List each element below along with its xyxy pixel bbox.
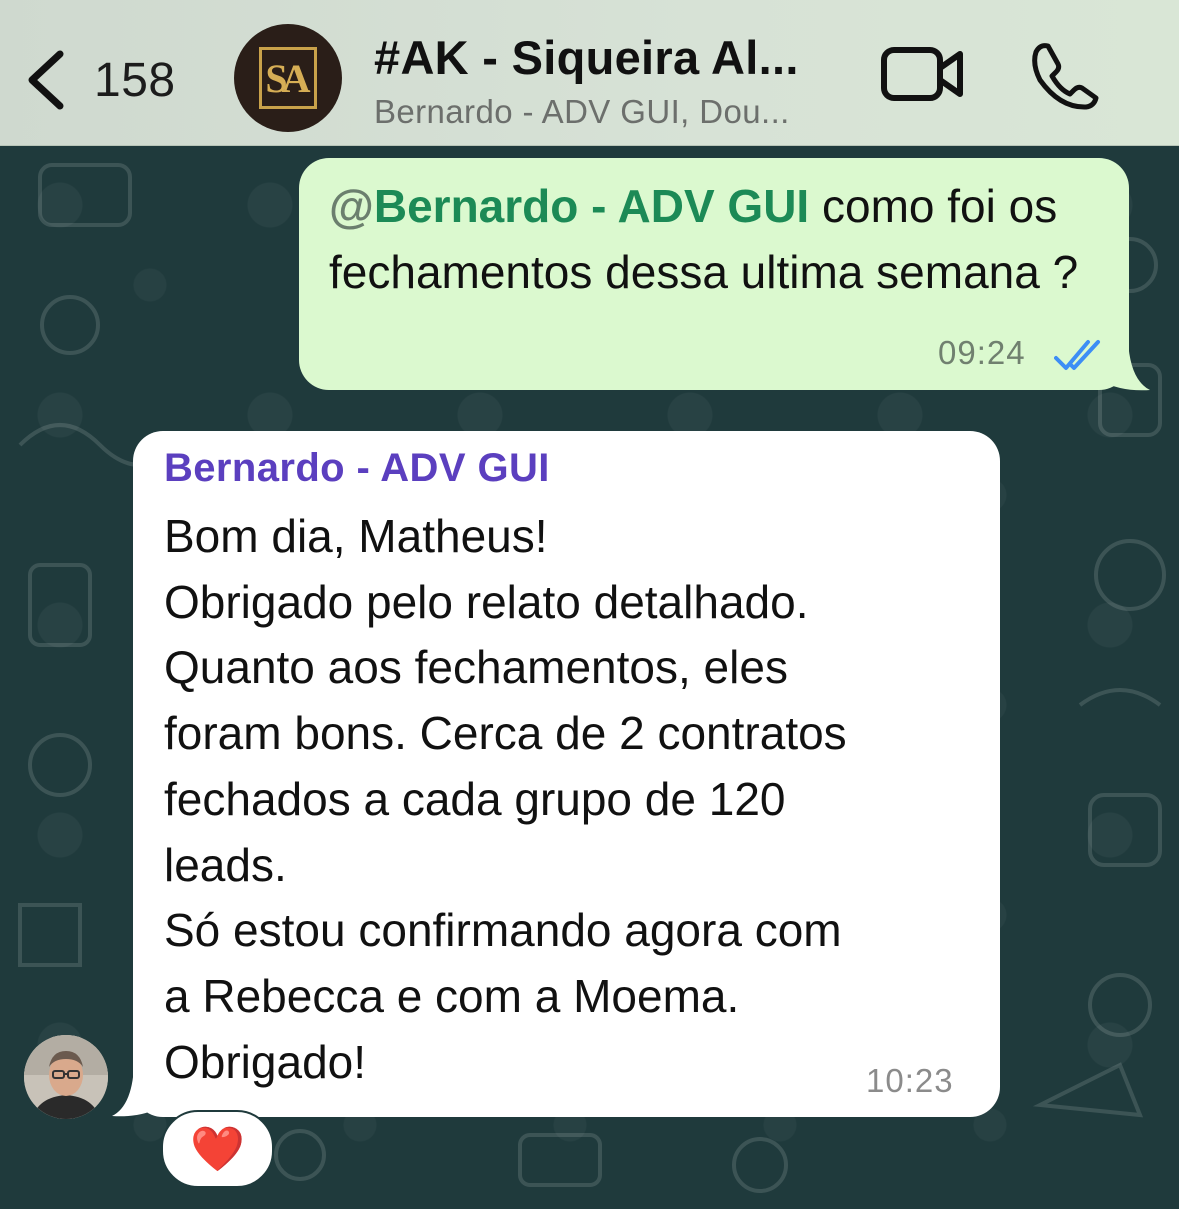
- mention-link[interactable]: Bernardo - ADV GUI: [374, 180, 809, 232]
- mention-at-symbol: @: [329, 180, 374, 232]
- sender-name[interactable]: Bernardo - ADV GUI: [164, 446, 550, 491]
- outgoing-bubble-tail: [1100, 340, 1150, 391]
- incoming-message-text: Bom dia, Matheus! Obrigado pelo relato d…: [164, 510, 847, 1088]
- unread-count: 158: [94, 53, 176, 107]
- double-check-read-icon: [1054, 340, 1100, 370]
- phone-icon[interactable]: [1030, 40, 1100, 110]
- group-logo: SA: [259, 47, 317, 109]
- back-button[interactable]: 158: [22, 44, 192, 116]
- chat-title-block[interactable]: #AK - Siqueira Al... Bernardo - ADV GUI,…: [374, 30, 854, 131]
- chat-header: 158 SA #AK - Siqueira Al... Bernardo - A…: [0, 0, 1179, 146]
- chevron-left-icon: [28, 50, 64, 110]
- reaction-heart[interactable]: ❤️: [161, 1110, 274, 1188]
- outgoing-message-text: @Bernardo - ADV GUI como foi os fechamen…: [329, 174, 1109, 305]
- chat-participants: Bernardo - ADV GUI, Dou...: [374, 93, 790, 130]
- chat-title: #AK - Siqueira Al...: [374, 31, 799, 84]
- sender-avatar-photo: [24, 1035, 108, 1119]
- sender-avatar[interactable]: [24, 1035, 108, 1119]
- heart-icon: ❤️: [190, 1125, 245, 1174]
- incoming-bubble-tail: [112, 1066, 162, 1117]
- group-logo-text: SA: [265, 55, 310, 101]
- group-avatar[interactable]: SA: [234, 24, 342, 132]
- outgoing-message-time: 09:24: [938, 334, 1026, 371]
- video-camera-icon[interactable]: [880, 42, 966, 106]
- incoming-message-time: 10:23: [866, 1062, 954, 1099]
